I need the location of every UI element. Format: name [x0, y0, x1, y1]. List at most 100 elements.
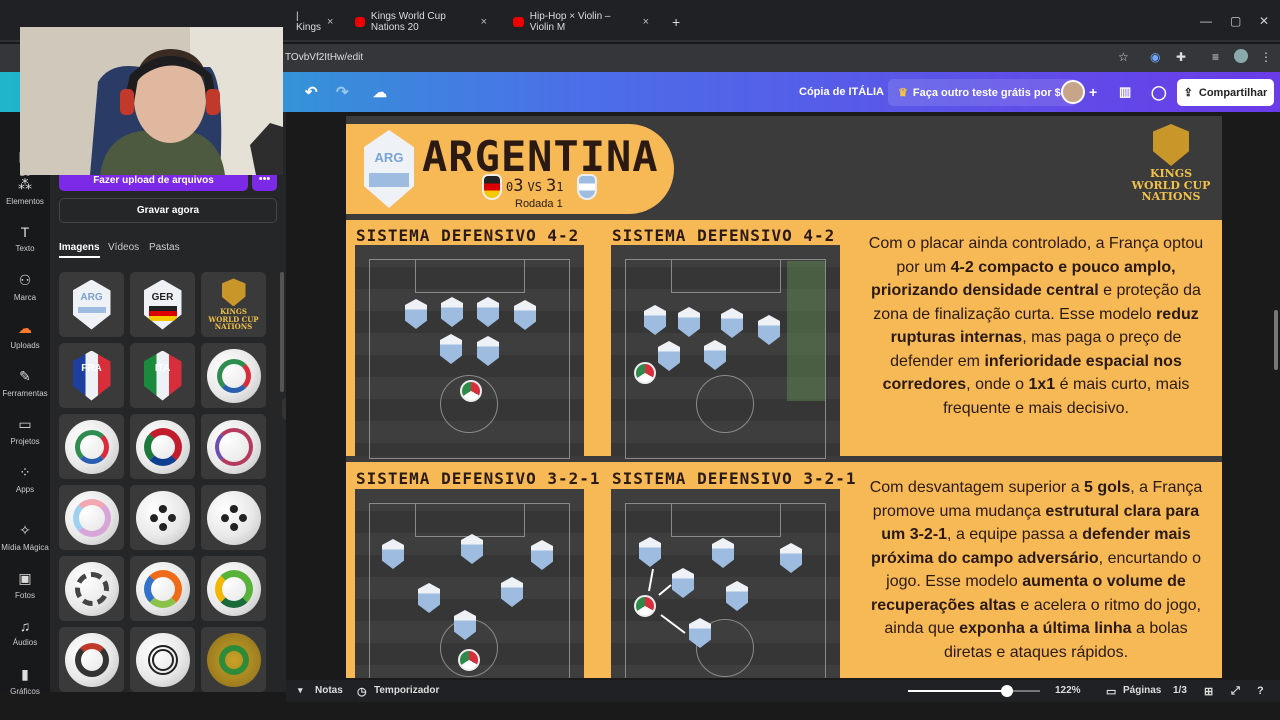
collaborator-avatar[interactable]: [1061, 80, 1085, 104]
tab-close-icon[interactable]: ×: [327, 16, 333, 28]
tab-images[interactable]: Imagens: [59, 242, 100, 258]
pages-button[interactable]: Páginas: [1123, 685, 1161, 696]
pages-icon[interactable]: ▭: [1106, 685, 1116, 698]
thumb-ball[interactable]: [201, 343, 266, 408]
nav-photos[interactable]: ▣ Fotos: [0, 570, 50, 600]
notes-button[interactable]: Notas: [315, 685, 343, 696]
thumb-ball[interactable]: [201, 485, 266, 550]
audio-icon: ♫: [19, 618, 31, 634]
pitch-diagram: [355, 489, 584, 678]
tab-partial-label: | Kings: [296, 11, 322, 33]
ball-image: [206, 632, 261, 687]
doc-title[interactable]: Cópia de ITÁLIA: [799, 72, 884, 112]
browser-menu-icon[interactable]: ⋮: [1260, 50, 1272, 64]
thumb-ball[interactable]: [201, 556, 266, 621]
nav-audio[interactable]: ♫ Áudios: [0, 618, 50, 647]
thumb-ball[interactable]: [59, 556, 124, 621]
timer-icon[interactable]: ◷: [357, 685, 367, 698]
text-icon: T: [20, 224, 30, 240]
minimize-icon[interactable]: —: [1200, 14, 1212, 28]
extension-icon[interactable]: ◉: [1150, 50, 1160, 64]
thumb-ita-badge[interactable]: ITA: [130, 343, 195, 408]
nav-elements[interactable]: ⁂ Elementos: [0, 176, 50, 206]
slide[interactable]: ARG ARGENTINA 03 VS 31 Rodada 1 KINGS WORL…: [346, 116, 1222, 678]
nav-projects[interactable]: ▭ Projetos: [0, 416, 50, 446]
tab-kings[interactable]: Kings World Cup Nations 20 ×: [345, 6, 497, 38]
logo-text: KINGS: [1149, 167, 1193, 180]
nav-uploads[interactable]: ☁ Uploads: [0, 320, 50, 350]
nav-text[interactable]: T Texto: [0, 224, 50, 253]
chevron-down-icon[interactable]: ▾: [298, 685, 303, 696]
ball-image: [206, 348, 261, 403]
pitch-diagram: [611, 245, 840, 459]
logo-text: WORLD CUP NATIONS: [208, 314, 259, 332]
tools-icon: ✎: [19, 368, 31, 384]
section-title: SISTEMA DEFENSIVO 3-2-1: [612, 469, 857, 488]
thumb-ball[interactable]: [59, 627, 124, 692]
fra-shield: FRA: [72, 350, 111, 401]
ball-image: [135, 419, 190, 474]
queue-icon[interactable]: ≡: [1212, 50, 1219, 64]
thumb-ball[interactable]: [130, 556, 195, 621]
canvas-scrollbar[interactable]: [1274, 310, 1278, 370]
cloud-saved-icon[interactable]: ☁: [373, 72, 387, 112]
thumb-fra-badge[interactable]: FRA: [59, 343, 124, 408]
maximize-icon[interactable]: ▢: [1230, 14, 1241, 28]
timer-button[interactable]: Temporizador: [374, 685, 439, 696]
nav-label: Marca: [13, 293, 37, 302]
tab-kings-label: Kings World Cup Nations 20: [370, 11, 446, 33]
trial-label: Faça outro teste grátis por $0: [912, 86, 1067, 99]
comment-icon[interactable]: ◯: [1151, 72, 1167, 112]
undo-icon[interactable]: ↶: [305, 72, 318, 112]
tab-videos[interactable]: Vídeos: [108, 242, 139, 253]
bookmark-star-icon[interactable]: ☆: [1118, 50, 1129, 64]
nav-brand[interactable]: ⚇ Marca: [0, 272, 50, 302]
tab-hiphop[interactable]: Hip-Hop × Violin – Violin M ×: [503, 6, 659, 38]
tab-close-icon[interactable]: ×: [643, 16, 649, 28]
share-button[interactable]: ⇪ Compartilhar: [1177, 79, 1274, 106]
thumb-ball[interactable]: [130, 414, 195, 479]
nav-magic-media[interactable]: ✧ Mídia Mágica: [0, 522, 50, 552]
score-left: 3: [513, 176, 524, 196]
thumb-kings-logo[interactable]: KINGS WORLD CUP NATIONS: [201, 272, 266, 337]
help-icon[interactable]: ?: [1257, 685, 1264, 697]
insights-icon[interactable]: ▥: [1119, 72, 1131, 112]
close-window-icon[interactable]: ✕: [1259, 14, 1269, 28]
new-tab-button[interactable]: +: [662, 6, 686, 38]
thumb-ball[interactable]: [130, 485, 195, 550]
ita-shield: ITA: [143, 350, 182, 401]
nav-tools[interactable]: ✎ Ferramentas: [0, 368, 50, 398]
zoom-level[interactable]: 122%: [1055, 685, 1081, 696]
thumb-ball[interactable]: [59, 414, 124, 479]
fullscreen-icon[interactable]: ⤢: [1231, 685, 1240, 698]
nav-label: Elementos: [6, 197, 44, 206]
zoom-slider[interactable]: [908, 685, 1040, 697]
ball-image: [135, 561, 190, 616]
thumb-ball[interactable]: [201, 414, 266, 479]
profile-avatar[interactable]: [1234, 49, 1248, 63]
tab-folders[interactable]: Pastas: [149, 242, 180, 253]
thumb-ball[interactable]: [201, 627, 266, 692]
nav-label: Ferramentas: [2, 389, 48, 398]
add-collaborator-button[interactable]: +: [1089, 72, 1097, 112]
record-now-button[interactable]: Gravar agora: [59, 198, 277, 223]
pitch-diagram: [611, 489, 840, 678]
tab-partial[interactable]: | Kings ×: [286, 6, 342, 38]
thumb-ball[interactable]: [59, 485, 124, 550]
grid-view-icon[interactable]: ⊞: [1204, 685, 1213, 698]
thumb-ball[interactable]: [130, 627, 195, 692]
panel-scrollbar[interactable]: [280, 272, 284, 392]
trial-button[interactable]: ♛ Faça outro teste grátis por $0: [888, 79, 1077, 106]
nav-apps[interactable]: ⁘ Apps: [0, 464, 50, 494]
ball-image: [135, 632, 190, 687]
nav-charts[interactable]: ▮ Gráficos: [0, 666, 50, 696]
redo-icon[interactable]: ↷: [336, 72, 349, 112]
url-text[interactable]: TOvbVf2ItHw/edit: [285, 52, 363, 63]
thumb-arg-badge[interactable]: ARG: [59, 272, 124, 337]
tab-close-icon[interactable]: ×: [481, 16, 487, 28]
zoom-slider-handle[interactable]: [1001, 685, 1013, 697]
arg-shield: ARG: [72, 279, 111, 330]
puzzle-icon[interactable]: ✚: [1176, 50, 1186, 64]
section-title: SISTEMA DEFENSIVO 4-2: [612, 226, 836, 245]
thumb-ger-badge[interactable]: GER: [130, 272, 195, 337]
